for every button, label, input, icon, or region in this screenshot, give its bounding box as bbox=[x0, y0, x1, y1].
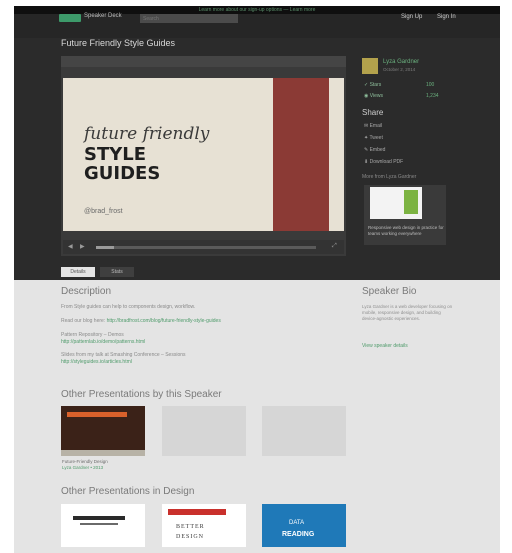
views-stat: ◉ Views bbox=[364, 93, 383, 99]
player-top-bar bbox=[61, 56, 346, 67]
more-from-speaker-label[interactable]: More from Lyza Gardner bbox=[362, 174, 416, 180]
speaker-details-link[interactable]: View speaker details bbox=[362, 343, 408, 349]
speaker-name-link[interactable]: Lyza Gardner bbox=[383, 59, 419, 65]
slide-progress-track[interactable] bbox=[96, 246, 316, 249]
speaker-bio-text: Lyza Gardner is a web developer focusing… bbox=[362, 304, 453, 321]
slide-text-guides: GUIDES bbox=[84, 163, 161, 184]
speaker-presentation-thumb-2[interactable] bbox=[162, 406, 246, 456]
design-thumb-3-text-1: DATA bbox=[289, 520, 305, 526]
prev-slide-icon[interactable]: ◀ bbox=[68, 243, 73, 250]
description-blog-line: Read our blog here: http://bradfrost.com… bbox=[61, 318, 221, 324]
tab-details[interactable]: Details bbox=[61, 267, 95, 277]
speakerdeck-logo[interactable] bbox=[59, 14, 81, 22]
share-embed-link[interactable]: ✎ Embed bbox=[364, 147, 385, 153]
stars-count: 100 bbox=[426, 82, 435, 88]
brand-name[interactable]: Speaker Deck bbox=[84, 13, 122, 19]
design-presentation-thumb-1[interactable] bbox=[61, 504, 145, 547]
pattern-repo-label: Pattern Repository – Demos bbox=[61, 332, 124, 338]
share-tweet-link[interactable]: ✦ Tweet bbox=[364, 135, 383, 141]
slide-text-style: STYLE bbox=[84, 144, 147, 165]
more-thumb-accent bbox=[404, 190, 418, 214]
design-thumb-2-text-2: DESIGN bbox=[176, 534, 204, 540]
thumb-1-meta[interactable]: Lyza Gardner • 2013 bbox=[62, 465, 103, 470]
sign-in-link[interactable]: Sign In bbox=[437, 14, 456, 20]
speaker-date: October 2, 2014 bbox=[383, 67, 416, 72]
slide-handle: @brad_frost bbox=[84, 208, 123, 215]
other-in-design-heading: Other Presentations in Design bbox=[61, 486, 195, 497]
thumb-1-banner bbox=[67, 412, 127, 417]
design-thumb-2-text-1: BETTER bbox=[176, 524, 205, 530]
blog-link[interactable]: http://bradfrost.com/blog/future-friendl… bbox=[107, 318, 221, 324]
sign-up-link[interactable]: Sign Up bbox=[401, 14, 422, 20]
tab-stats[interactable]: Stats bbox=[100, 267, 134, 277]
speaker-avatar[interactable] bbox=[362, 58, 378, 74]
design-thumb-3-text-2: READING bbox=[282, 531, 315, 538]
thumb-1-title[interactable]: Future-Friendly Design bbox=[62, 459, 108, 464]
share-email-link[interactable]: ✉ Email bbox=[364, 123, 382, 129]
slide-text-future-friendly: future friendly bbox=[84, 124, 210, 144]
thumb-1-footer bbox=[61, 450, 145, 456]
slides-talk-link[interactable]: http://styleguides.io/articles.html bbox=[61, 359, 132, 365]
design-thumb-2-red-banner bbox=[168, 509, 226, 515]
more-from-speaker-caption[interactable]: Responsive web design in practice for te… bbox=[368, 225, 444, 237]
description-text: From Style guides can help to components… bbox=[61, 304, 196, 310]
slide-progress-fill bbox=[96, 246, 114, 249]
slide-red-panel bbox=[273, 78, 329, 231]
presentation-title: Future Friendly Style Guides bbox=[61, 38, 176, 48]
design-thumb-1-title-bar bbox=[73, 516, 125, 520]
blog-prefix: Read our blog here: bbox=[61, 318, 106, 324]
slides-talk-label: Slides from my talk at Smashing Conferen… bbox=[61, 352, 186, 358]
next-slide-icon[interactable]: ▶ bbox=[80, 243, 85, 250]
fullscreen-icon[interactable]: ⤢ bbox=[332, 243, 337, 250]
share-heading: Share bbox=[362, 108, 384, 117]
search-input[interactable] bbox=[140, 14, 238, 23]
stars-stat[interactable]: ✓ Stars bbox=[364, 82, 381, 88]
speaker-presentation-thumb-3[interactable] bbox=[262, 406, 346, 456]
other-by-speaker-heading: Other Presentations by this Speaker bbox=[61, 389, 222, 400]
description-heading: Description bbox=[61, 286, 112, 297]
download-pdf-link[interactable]: ⬇ Download PDF bbox=[364, 159, 403, 165]
pattern-repo-link[interactable]: http://patternlab.io/demo/patterns.html bbox=[61, 339, 145, 345]
design-thumb-1-subtitle-bar bbox=[80, 523, 118, 525]
views-count: 1,234 bbox=[426, 93, 439, 99]
speaker-bio-heading: Speaker Bio bbox=[362, 286, 417, 297]
